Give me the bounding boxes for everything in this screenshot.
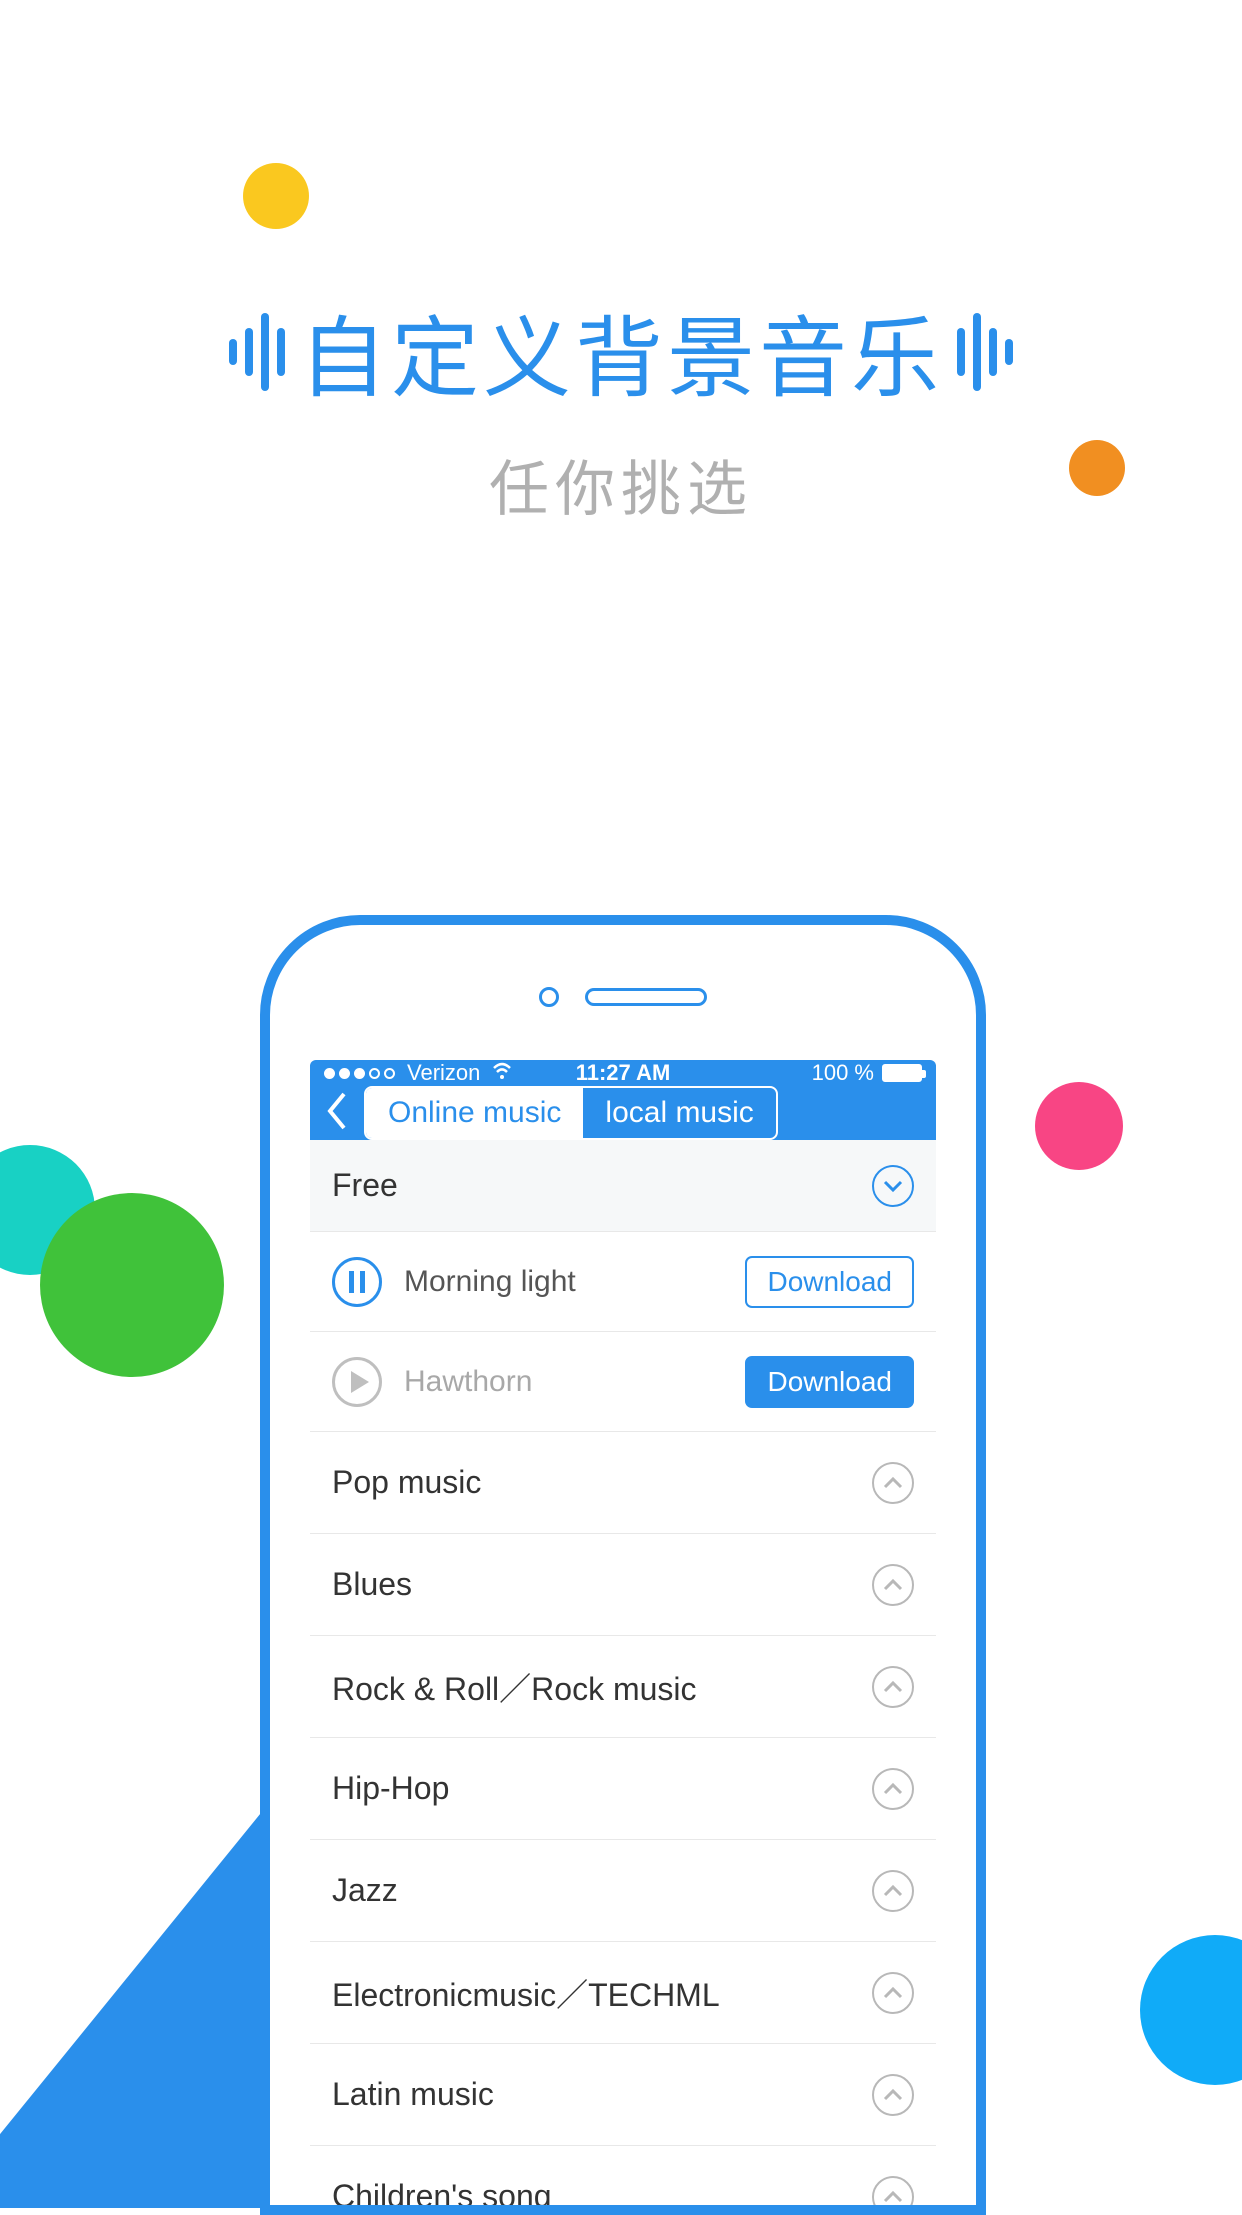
chevron-up-icon [872, 1462, 914, 1504]
phone-frame: Verizon 11:27 AM 100 % Online music loca… [260, 915, 986, 2215]
chevron-up-icon [872, 1870, 914, 1912]
category-title: Latin music [332, 2076, 872, 2113]
carrier-label: Verizon [407, 1060, 480, 1086]
category-title: Pop music [332, 1464, 872, 1501]
chevron-up-icon [872, 2074, 914, 2116]
track-row: Morning light Download [310, 1232, 936, 1332]
decorative-circle [243, 163, 309, 229]
nav-bar: Online music local music [310, 1086, 936, 1140]
chevron-up-icon [872, 1972, 914, 2014]
download-button[interactable]: Download [745, 1256, 914, 1308]
chevron-up-icon [872, 1666, 914, 1708]
category-row[interactable]: Rock & Roll／Rock music [310, 1636, 936, 1738]
soundwave-icon [957, 313, 1013, 391]
category-row[interactable]: Jazz [310, 1840, 936, 1942]
chevron-up-icon [872, 1564, 914, 1606]
segment-online-music[interactable]: Online music [366, 1088, 583, 1138]
track-title: Hawthorn [404, 1365, 723, 1399]
category-title: Children's song [332, 2178, 872, 2205]
segmented-control: Online music local music [364, 1086, 778, 1140]
headline-title: 自定义背景音乐 [299, 288, 943, 415]
decorative-circle [1140, 1935, 1242, 2085]
soundwave-icon [229, 313, 285, 391]
chevron-up-icon [872, 1768, 914, 1810]
chevron-down-icon [872, 1165, 914, 1207]
battery-label: 100 % [812, 1060, 874, 1086]
signal-icon [324, 1068, 395, 1079]
phone-screen: Verizon 11:27 AM 100 % Online music loca… [310, 1060, 936, 2205]
category-title: Jazz [332, 1872, 872, 1909]
status-bar: Verizon 11:27 AM 100 % [310, 1060, 936, 1086]
track-title: Morning light [404, 1265, 723, 1299]
category-row[interactable]: Blues [310, 1534, 936, 1636]
decorative-circle [40, 1193, 224, 1377]
category-row[interactable]: Electronicmusic／TECHML [310, 1942, 936, 2044]
play-button[interactable] [332, 1357, 382, 1407]
category-row[interactable]: Pop music [310, 1432, 936, 1534]
category-title: Electronicmusic／TECHML [332, 1970, 872, 2016]
headline-subtitle: 任你挑选 [0, 441, 1242, 528]
music-list[interactable]: Free Morning light Download Hawthorn Dow… [310, 1140, 936, 2205]
phone-speaker [539, 987, 707, 1007]
download-button[interactable]: Download [745, 1356, 914, 1408]
category-title: Hip-Hop [332, 1770, 872, 1807]
segment-local-music[interactable]: local music [583, 1088, 775, 1138]
pause-button[interactable] [332, 1257, 382, 1307]
chevron-up-icon [872, 2176, 914, 2206]
category-row[interactable]: Hip-Hop [310, 1738, 936, 1840]
headline: 自定义背景音乐 任你挑选 [0, 288, 1242, 528]
track-row: Hawthorn Download [310, 1332, 936, 1432]
battery-icon [882, 1064, 922, 1082]
category-title: Rock & Roll／Rock music [332, 1664, 872, 1710]
category-title: Blues [332, 1566, 872, 1603]
category-row[interactable]: Latin music [310, 2044, 936, 2146]
back-button[interactable] [326, 1092, 348, 1135]
decorative-circle [1035, 1082, 1123, 1170]
category-row[interactable]: Children's song [310, 2146, 936, 2205]
section-title: Free [332, 1167, 872, 1204]
wifi-icon [490, 1060, 514, 1086]
section-header-free[interactable]: Free [310, 1140, 936, 1232]
